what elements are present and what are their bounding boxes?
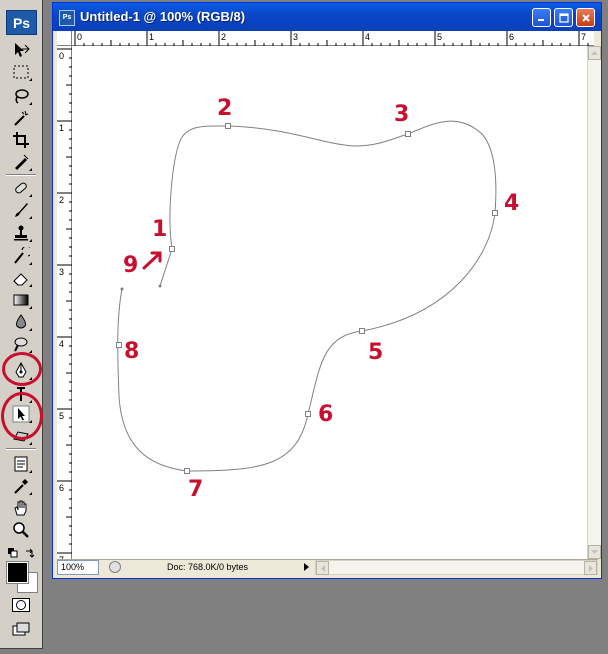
minimize-icon: [538, 19, 544, 21]
photoshop-logo[interactable]: Ps: [6, 10, 37, 35]
marquee-tool-icon[interactable]: [8, 62, 34, 82]
gradient-tool-icon[interactable]: [8, 290, 34, 310]
close-button[interactable]: [576, 8, 595, 27]
status-menu-arrow[interactable]: [301, 561, 311, 573]
ruler-label-h: 6: [509, 32, 514, 42]
dodge-tool-icon[interactable]: [8, 334, 34, 354]
annotation-4: 4: [504, 191, 520, 216]
annotation-2: 2: [217, 96, 233, 121]
ruler-label-v: 2: [59, 195, 64, 205]
direction-point: [158, 284, 162, 288]
ruler-label-v: 0: [59, 51, 64, 61]
vertical-ruler[interactable]: 01234567: [57, 46, 72, 559]
ruler-label-v: 5: [59, 411, 64, 421]
status-bar: 100% Doc: 768.0K/0 bytes: [57, 559, 598, 575]
lasso-tool-icon[interactable]: [8, 86, 34, 106]
chevron-left-icon: [320, 564, 325, 572]
swap-colors-icon[interactable]: [25, 545, 35, 558]
annotation-9: 9: [123, 253, 139, 278]
magic-wand-tool-icon[interactable]: [8, 108, 34, 128]
ruler-label-h: 1: [149, 32, 154, 42]
anchor-point-1: [169, 246, 175, 252]
ruler-label-v: 3: [59, 267, 64, 277]
anchor-point-8: [116, 342, 122, 348]
toolbox: Ps: [0, 0, 43, 649]
annotation-7: 7: [188, 477, 204, 502]
anchor-point-3: [405, 131, 411, 137]
ruler-label-v: 1: [59, 123, 64, 133]
ruler-origin[interactable]: [57, 31, 72, 46]
bezier-path[interactable]: [72, 46, 587, 559]
annotation-1: 1: [152, 217, 168, 242]
annotation-8: 8: [124, 339, 140, 364]
ruler-label-h: 2: [221, 32, 226, 42]
hand-tool-icon[interactable]: [8, 498, 34, 518]
annotation-3: 3: [394, 102, 410, 127]
direction-point: [120, 287, 124, 291]
chevron-down-icon: [591, 550, 598, 554]
annotation-6: 6: [318, 402, 334, 427]
scroll-right-button[interactable]: [584, 561, 597, 575]
horizontal-ruler[interactable]: 0 1 2 3 4 5 6 7: [72, 31, 594, 46]
ruler-label-h: 0: [77, 32, 82, 42]
ruler-label-h: 7: [581, 32, 586, 42]
crop-tool-icon[interactable]: [8, 130, 34, 150]
annotation-arrow: [142, 251, 162, 270]
ruler-label-h: 5: [437, 32, 442, 42]
default-colors-icon[interactable]: [8, 545, 18, 558]
move-tool-icon[interactable]: [8, 40, 34, 60]
slice-tool-icon[interactable]: [8, 152, 34, 172]
brush-tool-icon[interactable]: [8, 200, 34, 220]
document-size-info: Doc: 768.0K/0 bytes: [167, 562, 249, 572]
chevron-right-icon: [303, 563, 309, 571]
document-window: Ps Untitled-1 @ 100% (RGB/8) 01234567 01…: [52, 2, 602, 579]
ruler-label-h: 4: [365, 32, 370, 42]
annotation-5: 5: [368, 340, 384, 365]
ruler-label-h: 3: [293, 32, 298, 42]
foreground-color-swatch[interactable]: [6, 561, 29, 584]
path-selection-highlight-circle: [1, 392, 43, 440]
photoshop-doc-icon: Ps: [59, 10, 75, 26]
chevron-up-icon: [591, 51, 598, 55]
window-title: Untitled-1 @ 100% (RGB/8): [80, 9, 246, 24]
anchor-point-2: [225, 123, 231, 129]
vertical-scrollbar[interactable]: [587, 46, 601, 559]
maximize-button[interactable]: [554, 8, 573, 27]
canvas[interactable]: 1 2 3 4 5 6 7 8 9: [72, 46, 587, 559]
anchor-point-6: [305, 411, 311, 417]
screen-mode-icon[interactable]: [12, 622, 30, 636]
pen-tool-highlight-circle: [2, 352, 42, 386]
clone-stamp-tool-icon[interactable]: [8, 223, 34, 243]
maximize-icon: [558, 12, 569, 23]
scroll-down-button[interactable]: [588, 545, 601, 559]
notes-tool-icon[interactable]: [8, 454, 34, 474]
close-icon: [581, 13, 590, 22]
status-info-icon[interactable]: [109, 561, 121, 573]
ruler-label-v: 6: [59, 483, 64, 493]
anchor-point-4: [492, 210, 498, 216]
eraser-tool-icon[interactable]: [8, 268, 34, 288]
chevron-right-icon: [588, 564, 593, 572]
ruler-label-v: 4: [59, 339, 64, 349]
quick-mask-icon[interactable]: [12, 598, 30, 612]
history-brush-tool-icon[interactable]: [8, 246, 34, 266]
eyedropper-tool-icon[interactable]: [8, 476, 34, 496]
zoom-tool-icon[interactable]: [8, 520, 34, 540]
anchor-point-7: [184, 468, 190, 474]
healing-brush-tool-icon[interactable]: [8, 178, 34, 198]
blur-tool-icon[interactable]: [8, 312, 34, 332]
scroll-left-button[interactable]: [316, 561, 329, 575]
title-bar[interactable]: Ps Untitled-1 @ 100% (RGB/8): [53, 3, 601, 31]
zoom-level-field[interactable]: 100%: [57, 560, 99, 575]
scroll-up-button[interactable]: [588, 46, 601, 60]
horizontal-scrollbar[interactable]: [315, 560, 598, 575]
minimize-button[interactable]: [532, 8, 551, 27]
anchor-point-5: [359, 328, 365, 334]
